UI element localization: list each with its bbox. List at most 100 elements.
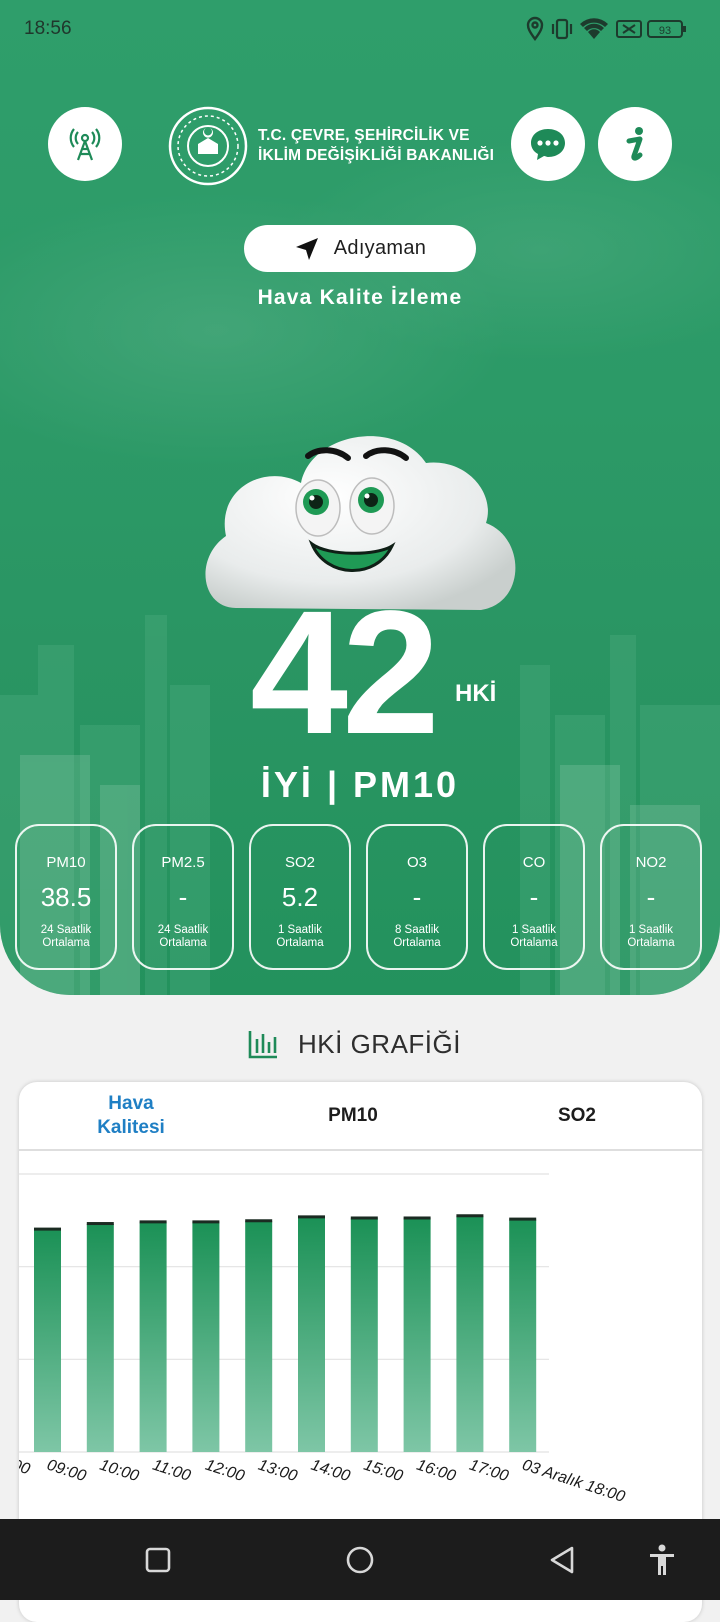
average-period: 24 Saatlik [40, 924, 92, 936]
status-time: 18:56 [24, 18, 72, 39]
station-button[interactable] [48, 107, 122, 181]
average-label: Ortalama [627, 937, 675, 949]
bar-cap [509, 1217, 537, 1221]
pollutant-card-so2[interactable]: SO2 5.2 1 Saatlik Ortalama [249, 824, 351, 970]
pollutant-card-pm25[interactable]: PM2.5 - 24 Saatlik Ortalama [132, 824, 234, 970]
radio-tower-icon [69, 128, 101, 161]
bar-cap [245, 1219, 273, 1223]
aqi-bar-chart: 00 09:00 10:00 11:00 12:00 13:00 14:00 15:00 16:… [19, 1173, 627, 1506]
bar-cap [350, 1216, 378, 1220]
average-label: Ortalama [510, 937, 558, 949]
bar-cap [456, 1214, 484, 1218]
hero-panel: 18:56 93 T.C. ÇEVRE, ŞEHİRCİLİK VE İKLİM… [0, 0, 720, 995]
x-tick-label: 00 [19, 1457, 32, 1479]
pollutant-value: - [412, 882, 422, 912]
x-tick-label: 12:00 [203, 1457, 246, 1486]
pollutant-average: 1 Saatlik Ortalama [602, 924, 700, 950]
chart-x-labels: 00 09:00 10:00 11:00 12:00 13:00 14:00 15:00 16:… [19, 1457, 627, 1506]
accessibility-button[interactable] [641, 1539, 683, 1581]
x-tick-label: 09:00 [45, 1457, 88, 1486]
pollutant-name: O3 [406, 854, 427, 871]
back-button[interactable] [541, 1539, 583, 1581]
status-icons: 93 [526, 16, 686, 42]
tab-pm10[interactable]: PM10 [281, 1082, 425, 1149]
average-period: 24 Saatlik [157, 924, 209, 936]
x-tick-label: 17:00 [467, 1457, 510, 1486]
pollutant-value: - [646, 882, 656, 912]
x-tick-label: 16:00 [414, 1457, 457, 1486]
pollutant-name: NO2 [635, 854, 667, 871]
chart-bar [456, 1216, 484, 1452]
page-subtitle: Hava Kalite İzleme [257, 286, 463, 309]
average-period: 8 Saatlik [394, 924, 440, 936]
chat-button[interactable] [511, 107, 585, 181]
pollutant-card-pm10[interactable]: PM10 38.5 24 Saatlik Ortalama [15, 824, 117, 970]
back-icon [550, 1546, 574, 1574]
x-tick-label: 11:00 [150, 1457, 192, 1485]
location-name: Adıyaman [333, 237, 427, 259]
graph-heading: HKİ GRAFİĞİ [248, 1024, 461, 1064]
tab-label-line-2: Kalitesi [97, 1116, 165, 1138]
average-label: Ortalama [159, 937, 207, 949]
average-period: 1 Saatlik [277, 924, 323, 936]
average-label: Ortalama [393, 937, 441, 949]
info-button[interactable] [598, 107, 672, 181]
x-tick-label: 13:00 [256, 1457, 299, 1486]
pollutant-value: - [178, 882, 188, 912]
recents-button[interactable] [137, 1539, 179, 1581]
pollutant-average: 24 Saatlik Ortalama [134, 924, 232, 950]
wifi-icon [580, 18, 608, 39]
chat-icon [531, 129, 565, 160]
aqi-unit: HKİ [455, 680, 497, 707]
chart-bar [509, 1219, 537, 1452]
accessibility-icon [650, 1544, 674, 1575]
pollutant-value: - [529, 882, 539, 912]
location-icon [526, 16, 544, 42]
average-label: Ortalama [42, 937, 90, 949]
pollutant-name: CO [522, 854, 546, 871]
tab-label: PM10 [328, 1104, 378, 1126]
status-bar: 18:56 93 [0, 0, 720, 56]
average-period: 1 Saatlik [511, 924, 557, 936]
recents-icon [145, 1547, 171, 1573]
location-selector[interactable]: Adıyaman [244, 225, 476, 272]
chart-bar [139, 1222, 167, 1452]
home-button[interactable] [339, 1539, 381, 1581]
bar-cap [34, 1227, 61, 1231]
tab-label: SO2 [557, 1104, 597, 1126]
x-tick-label: 10:00 [98, 1457, 141, 1486]
bar-cap [192, 1220, 220, 1224]
tab-so2[interactable]: SO2 [505, 1082, 649, 1149]
system-nav-bar [0, 1519, 720, 1600]
chart-bar [403, 1218, 431, 1452]
svg-text:93: 93 [659, 25, 671, 37]
sim-off-icon [616, 20, 642, 38]
bar-cap [86, 1222, 114, 1226]
ministry-logo: T.C. ÇEVRE, ŞEHİRCİLİK VE İKLİM DEĞİŞİKL… [168, 104, 494, 188]
chart-bar [245, 1221, 273, 1452]
ministry-line-1: T.C. ÇEVRE, ŞEHİRCİLİK VE [258, 127, 470, 144]
x-tick-label: 15:00 [362, 1457, 405, 1486]
pollutant-name: SO2 [284, 854, 315, 871]
aqi-status: İYİ | PM10 [260, 764, 460, 805]
average-period: 1 Saatlik [628, 924, 674, 936]
home-icon [346, 1546, 374, 1574]
tab-label-line-1: Hava [108, 1092, 154, 1114]
ministry-emblem-icon [168, 106, 248, 186]
pollutant-value: 5.2 [281, 882, 319, 912]
ministry-name: T.C. ÇEVRE, ŞEHİRCİLİK VE İKLİM DEĞİŞİKL… [258, 126, 494, 166]
chart-bar [192, 1222, 220, 1452]
battery-icon: 93 [647, 20, 686, 38]
cloud-mascot [205, 436, 516, 610]
pollutant-card-o3[interactable]: O3 - 8 Saatlik Ortalama [366, 824, 468, 970]
pollutant-card-no2[interactable]: NO2 - 1 Saatlik Ortalama [600, 824, 702, 970]
pollutant-average: 24 Saatlik Ortalama [17, 924, 115, 950]
chart-bar [34, 1229, 61, 1452]
pollutant-card-co[interactable]: CO - 1 Saatlik Ortalama [483, 824, 585, 970]
chart-bar [298, 1217, 325, 1452]
tab-air-quality[interactable]: Hava Kalitesi [59, 1082, 203, 1149]
bar-cap [403, 1216, 431, 1220]
vibrate-icon [551, 18, 573, 40]
pollutant-name: PM10 [46, 854, 86, 871]
bar-chart-icon [248, 1031, 277, 1059]
